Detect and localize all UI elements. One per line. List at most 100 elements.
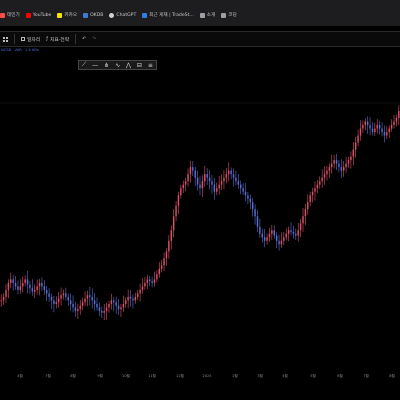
candle-body [206, 174, 208, 178]
candle-body [254, 209, 256, 217]
x-tick-label: 8월 [70, 374, 76, 378]
candle-body [357, 135, 359, 143]
indicators-icon: ƒ [46, 36, 48, 42]
candle-body [120, 307, 122, 310]
candle-body [26, 279, 29, 285]
candle-body [204, 174, 206, 182]
bookmark-item[interactable]: 카카오 [57, 8, 77, 22]
candle-body [342, 167, 345, 171]
candle-body [29, 284, 31, 289]
candle-body [108, 303, 110, 308]
candle-body [352, 149, 355, 157]
candle-body [177, 195, 180, 206]
candle-body [165, 251, 168, 259]
bookmark-folder[interactable]: 소개 [199, 8, 215, 22]
candle-body [304, 209, 307, 217]
candle-body [316, 184, 319, 189]
x-tick-label: 7월 [45, 374, 51, 378]
candle-body [7, 282, 10, 290]
candle-body [242, 188, 244, 192]
candle-body [393, 121, 395, 126]
candle-body [91, 296, 93, 301]
candle-body [36, 286, 38, 290]
candle-body [160, 265, 163, 269]
bookmark-item[interactable]: YouTube [25, 8, 51, 22]
candle-body [290, 230, 292, 233]
candle-body [297, 230, 299, 236]
pitchfork-tool-icon[interactable]: ⋔ [104, 62, 109, 69]
candle-body [328, 167, 331, 171]
candle-body [24, 279, 26, 283]
candle-body [93, 300, 96, 304]
candle-body [134, 296, 137, 301]
candle-body [211, 181, 213, 185]
price-chart[interactable] [0, 74, 400, 372]
candle-body [14, 282, 17, 287]
layout-icon [21, 37, 25, 41]
redo-icon[interactable]: ↷ [92, 37, 96, 42]
candle-body [287, 230, 290, 234]
candle-body [62, 293, 65, 296]
candle-body [350, 156, 352, 161]
folder-icon [221, 12, 227, 18]
candle-body [172, 216, 175, 231]
candle-body [307, 202, 309, 210]
more-tool-icon[interactable]: ≡ [148, 62, 153, 69]
candle-body [285, 233, 287, 238]
candle-body [247, 195, 249, 199]
candle-body [240, 184, 242, 189]
indicators-button[interactable]: ƒ 지표·전략 [46, 36, 69, 43]
favicon-icon [57, 12, 63, 18]
bookmark-folder[interactable]: 코딩 [221, 8, 237, 22]
bookmark-item[interactable]: OKDB [83, 8, 103, 22]
candle-body [175, 205, 177, 217]
x-tick-label: 5월 [310, 374, 316, 378]
candle-body [12, 279, 14, 283]
bookmark-item[interactable]: 테민기 [0, 8, 20, 22]
candle-body [168, 240, 170, 252]
candle-body [132, 298, 134, 301]
measure-tool-icon[interactable]: ⊟ [137, 62, 142, 69]
candle-body [259, 226, 261, 234]
x-tick-label: 4월 [282, 374, 288, 378]
divider [14, 34, 15, 44]
youtube-icon [25, 12, 31, 18]
candle-body [340, 167, 343, 171]
layout-button[interactable]: 일자리 [21, 36, 40, 43]
line-tool-icon[interactable]: ⟋ [82, 61, 86, 69]
grid-icon[interactable] [3, 36, 8, 42]
candle-body [386, 132, 388, 136]
candle-body [127, 296, 129, 301]
undo-icon[interactable]: ↶ [82, 37, 86, 42]
candle-body [0, 300, 2, 302]
candle-body [84, 298, 86, 303]
candle-body [5, 289, 7, 297]
bookmarks-bar: 테민기 YouTube 카카오 OKDB ChatGPT 최근 게재 | Tra… [0, 0, 400, 26]
pattern-tool-icon[interactable]: ⋀ [126, 62, 131, 69]
chart-toolbar: 일자리 ƒ 지표·전략 ↶ ↷ [0, 31, 400, 47]
candle-body [113, 300, 115, 303]
x-tick-label: 4월 [17, 374, 23, 378]
candle-body [232, 174, 235, 178]
candle-body [192, 167, 194, 171]
ray-tool-icon[interactable]: — [92, 62, 98, 69]
brush-tool-icon[interactable]: ∿ [115, 62, 120, 69]
candle-body [180, 188, 182, 196]
candle-body [105, 307, 108, 311]
candle-body [362, 125, 364, 129]
candle-body [67, 296, 69, 301]
candle-body [151, 281, 153, 283]
candle-body [218, 184, 220, 189]
candle-body [156, 274, 158, 280]
bookmark-item[interactable]: ChatGPT [109, 8, 136, 22]
candle-body [48, 293, 50, 297]
candle-body [60, 295, 62, 299]
candle-body [299, 223, 302, 231]
candles-group [0, 105, 400, 321]
candle-body [153, 279, 156, 283]
candle-body [194, 170, 196, 178]
bookmark-item[interactable]: 최근 게재 | TradeSt... [142, 8, 194, 22]
candle-body [139, 289, 141, 294]
candle-body [81, 302, 84, 306]
candle-body [280, 240, 283, 245]
